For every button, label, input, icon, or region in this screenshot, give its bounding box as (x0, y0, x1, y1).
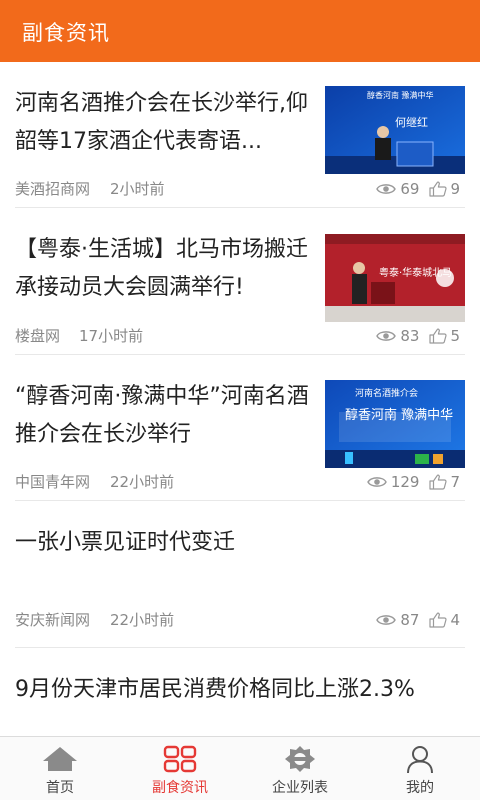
page-title: 副食资讯 (22, 21, 110, 45)
eye-icon (376, 613, 397, 627)
news-title: 河南名酒推介会在长沙举行,仰韶等17家酒企代表寄语... (15, 91, 308, 154)
thumbs-up-icon[interactable] (429, 181, 448, 197)
thumbnail-banner-text: 醇香河南 豫满中华 (345, 408, 454, 423)
tab-profile[interactable]: 我的 (360, 737, 480, 800)
tab-enterprise-list[interactable]: 企业列表 (240, 737, 360, 800)
tab-news[interactable]: 副食资讯 (120, 737, 240, 800)
tab-label: 我的 (406, 780, 434, 796)
tab-label: 首页 (46, 780, 74, 796)
eye-icon (367, 475, 387, 489)
tab-home[interactable]: 首页 (0, 737, 120, 800)
likes-count: 9 (450, 180, 460, 198)
enterprise-icon (279, 743, 321, 775)
news-thumbnail: 河南名酒推介会 醇香河南 豫满中华 (325, 380, 465, 468)
news-time: 2小时前 (110, 180, 165, 198)
news-stats: 129 7 (367, 473, 460, 491)
thumbnail-banner-text: 醇香河南 豫满中华 (367, 91, 434, 100)
eye-icon (376, 329, 397, 343)
news-time: 22小时前 (110, 611, 175, 629)
news-item[interactable]: 【粤泰·生活城】北马市场搬迁承接动员大会圆满举行! 粤泰·华泰城北马 楼盘网 1… (15, 208, 465, 355)
thumbs-up-icon[interactable] (429, 328, 448, 344)
app-bar: 副食资讯 (0, 0, 480, 62)
bottom-tab-bar: 首页 副食资讯 企业列表 我的 (0, 736, 480, 800)
thumbs-up-icon[interactable] (429, 474, 448, 490)
thumbnail-caption-text: 何继红 (395, 116, 428, 129)
grid-icon (159, 743, 201, 775)
views-count: 83 (400, 327, 420, 345)
news-title: 9月份天津市居民消费价格同比上涨2.3% (15, 677, 415, 702)
thumbs-up-icon[interactable] (429, 612, 448, 628)
news-source: 安庆新闻网 (15, 611, 91, 629)
news-item[interactable]: 9月份天津市居民消费价格同比上涨2.3% (15, 648, 465, 736)
thumbnail-banner-text: 粤泰·华泰城北马 (379, 268, 453, 279)
news-source: 中国青年网 (15, 473, 91, 491)
news-time: 22小时前 (110, 473, 175, 491)
news-title: 一张小票见证时代变迁 (15, 530, 236, 555)
likes-count: 7 (450, 473, 460, 491)
news-time: 17小时前 (79, 327, 144, 345)
news-source: 楼盘网 (15, 327, 61, 345)
news-thumbnail: 醇香河南 豫满中华 何继红 (325, 86, 465, 174)
views-count: 129 (390, 473, 420, 491)
likes-count: 4 (450, 611, 460, 629)
news-item[interactable]: “醇香河南·豫满中华”河南名酒推介会在长沙举行 河南名酒推介会 醇香河南 豫满中… (15, 355, 465, 501)
news-source: 美酒招商网 (15, 180, 91, 198)
tab-label: 企业列表 (272, 780, 328, 796)
news-stats: 83 5 (376, 327, 460, 345)
news-title: “醇香河南·豫满中华”河南名酒推介会在长沙举行 (15, 384, 309, 447)
thumbnail-caption-text: 河南名酒推介会 (355, 389, 419, 399)
news-item[interactable]: 河南名酒推介会在长沙举行,仰韶等17家酒企代表寄语... 醇香河南 豫满中华 何… (15, 62, 465, 208)
home-icon (39, 743, 81, 775)
likes-count: 5 (450, 327, 460, 345)
views-count: 69 (400, 180, 420, 198)
person-icon (399, 743, 441, 775)
news-title: 【粤泰·生活城】北马市场搬迁承接动员大会圆满举行! (15, 237, 308, 300)
news-stats: 87 4 (376, 611, 460, 629)
news-thumbnail: 粤泰·华泰城北马 (325, 234, 465, 322)
news-stats: 69 9 (376, 180, 460, 198)
tab-label: 副食资讯 (152, 780, 208, 796)
news-item[interactable]: 一张小票见证时代变迁 安庆新闻网 22小时前 87 4 (15, 501, 465, 648)
news-feed[interactable]: 河南名酒推介会在长沙举行,仰韶等17家酒企代表寄语... 醇香河南 豫满中华 何… (0, 62, 480, 736)
eye-icon (376, 182, 397, 196)
views-count: 87 (400, 611, 420, 629)
